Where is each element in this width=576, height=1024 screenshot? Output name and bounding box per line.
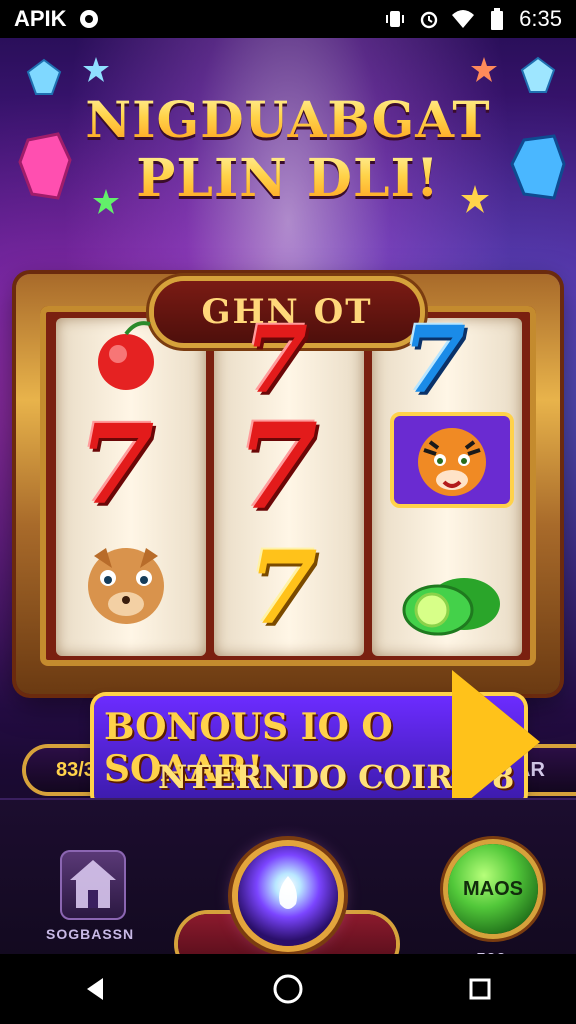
game-title-line1: NIGDUABGAT — [0, 90, 576, 149]
star-icon — [471, 57, 497, 82]
home-label: SOGBASSN — [46, 926, 135, 942]
wifi-icon — [451, 7, 475, 31]
red-seven-icon: 7 — [78, 400, 155, 529]
vibrate-icon — [383, 7, 407, 31]
back-icon — [87, 978, 103, 1000]
status-app-label: APIK — [14, 6, 67, 31]
home-button[interactable] — [60, 850, 126, 920]
cherry-icon — [98, 321, 154, 390]
back-button[interactable] — [66, 959, 126, 1019]
cougar-icon — [88, 548, 164, 624]
recents-icon — [469, 978, 491, 1000]
play-arrow-icon[interactable] — [452, 670, 540, 814]
gold-seven-icon: 7 — [248, 529, 318, 647]
tiger-icon — [390, 412, 514, 508]
status-bar: APIK 6:35 — [0, 0, 576, 38]
status-time: 6:35 — [519, 6, 562, 31]
home-circle-icon — [273, 974, 303, 1004]
battery-icon — [485, 7, 509, 31]
alarm-icon — [417, 7, 441, 31]
game-canvas: NIGDUABGAT NIGDUABGAT PLIN DLI! PLIN DLI… — [0, 38, 576, 954]
recents-button[interactable] — [450, 959, 510, 1019]
status-left: APIK — [14, 6, 101, 32]
lime-icon — [402, 578, 500, 636]
blue-seven-icon: 7 — [402, 306, 467, 414]
pocket-icon — [77, 7, 101, 31]
home-nav-button[interactable] — [258, 959, 318, 1019]
status-right: 6:35 — [383, 6, 562, 32]
home-icon — [70, 860, 116, 908]
max-bet-label: MAOS — [463, 877, 523, 900]
max-bet-button[interactable]: MAOS — [448, 844, 538, 934]
red-seven-icon: 7 — [236, 397, 319, 536]
red-seven-icon: 7 — [244, 306, 309, 414]
android-nav-bar — [0, 954, 576, 1024]
spin-button[interactable] — [238, 846, 338, 946]
game-title-line2: PLIN DLI! — [0, 148, 576, 209]
star-icon — [83, 57, 109, 82]
spin-icon — [279, 876, 297, 909]
